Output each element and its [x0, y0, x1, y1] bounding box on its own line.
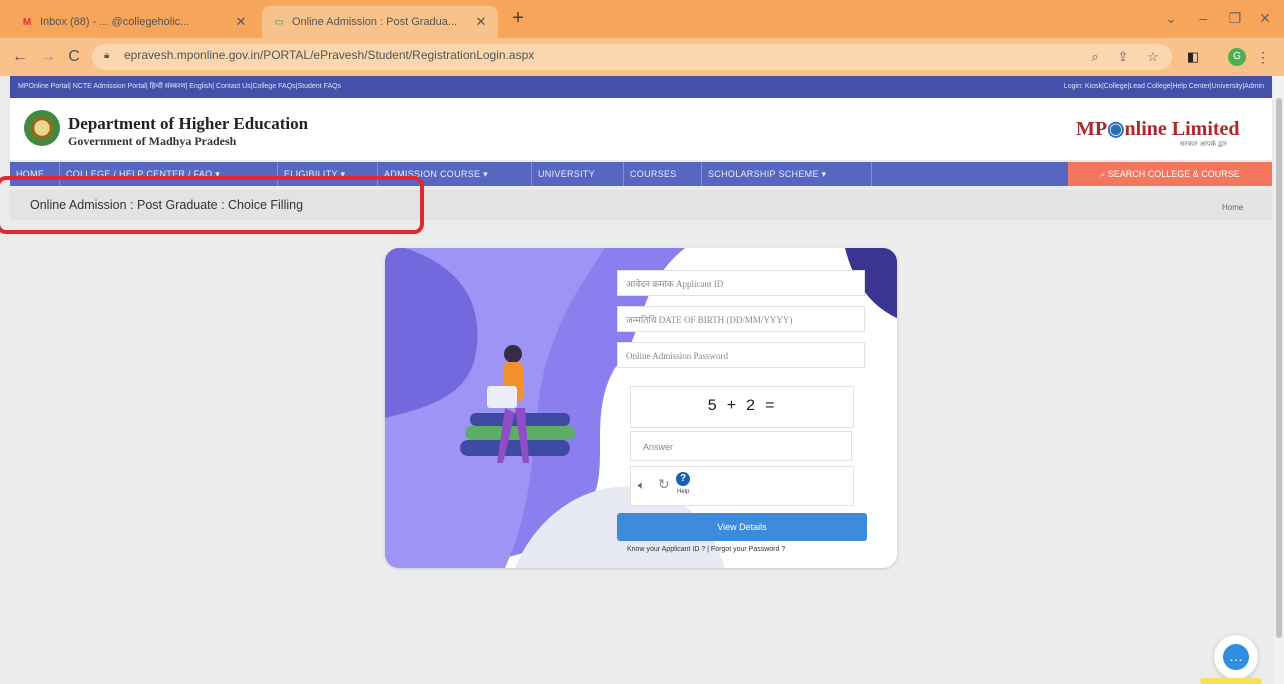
date-of-birth-input[interactable]: जन्मतिथि DATE OF BIRTH (DD/MM/YYYY): [617, 306, 865, 332]
browser-tab-gmail[interactable]: M Inbox (88) - ... @collegeholic... ✕: [10, 6, 258, 38]
more-menu-icon[interactable]: ⋮: [1256, 47, 1270, 67]
top-links-strip: MPOnline Portal| NCTE Admission Portal| …: [10, 76, 1272, 98]
share-icon[interactable]: ⇪: [1114, 48, 1132, 66]
forward-icon[interactable]: →: [36, 45, 60, 69]
captcha-question: 5 + 2 =: [707, 397, 775, 415]
nav-scholarship-scheme[interactable]: SCHOLARSHIP SCHEME ▾: [702, 162, 872, 186]
department-title: Department of Higher Education: [68, 114, 309, 133]
url-text[interactable]: epravesh.mponline.gov.in/PORTAL/ePravesh…: [124, 48, 534, 62]
profile-avatar[interactable]: G: [1228, 48, 1246, 66]
password-input[interactable]: Online Admission Password: [617, 342, 865, 368]
close-tab-icon[interactable]: ✕: [234, 14, 248, 30]
search-icon: ⌕: [1100, 169, 1108, 179]
back-icon[interactable]: ←: [8, 45, 32, 69]
help-icon[interactable]: ?: [676, 472, 690, 486]
view-details-button[interactable]: View Details: [617, 513, 867, 541]
close-window-button[interactable]: ✕: [1250, 6, 1280, 30]
nav-courses[interactable]: COURSES: [624, 162, 702, 186]
tab-title: Inbox (88) - ... @collegeholic...: [40, 16, 190, 28]
help-label: Help: [677, 489, 690, 495]
search-college-course-button[interactable]: ⌕ SEARCH COLLEGE & COURSE: [1068, 162, 1272, 186]
minimize-button[interactable]: –: [1188, 6, 1218, 30]
page-icon: ▭: [274, 16, 284, 28]
chat-bubble-icon[interactable]: …: [1223, 644, 1249, 670]
bookmark-star-icon[interactable]: ☆: [1144, 48, 1162, 66]
scrollbar-thumb[interactable]: [1276, 98, 1282, 638]
mp-emblem-logo: [24, 110, 60, 146]
chat-tag: [1200, 678, 1262, 684]
restore-button[interactable]: ❐: [1220, 6, 1250, 30]
search-button-label: SEARCH COLLEGE & COURSE: [1107, 169, 1240, 179]
applicant-id-input[interactable]: आवेदन क्रमांक Applicant ID: [617, 270, 865, 296]
side-panel-icon[interactable]: ◧: [1184, 48, 1202, 66]
nav-university[interactable]: UNIVERSITY: [532, 162, 624, 186]
red-highlight-box: [0, 176, 424, 234]
lock-icon[interactable]: 🔒︎: [104, 50, 116, 64]
captcha-answer-input[interactable]: Answer: [630, 431, 852, 461]
tab-search-icon[interactable]: ⌄: [1156, 6, 1186, 30]
browser-tab-admission[interactable]: ▭ Online Admission : Post Gradua... ✕: [262, 6, 498, 38]
zoom-icon[interactable]: ⌕: [1086, 48, 1104, 66]
home-link[interactable]: Home: [1222, 203, 1243, 212]
reload-icon[interactable]: C: [62, 45, 86, 69]
top-links[interactable]: MPOnline Portal| NCTE Admission Portal| …: [18, 76, 341, 98]
tab-title: Online Admission : Post Gradua...: [292, 16, 458, 28]
gmail-icon: M: [22, 16, 32, 28]
refresh-captcha-icon[interactable]: ↻: [658, 476, 670, 493]
recovery-links[interactable]: Know your Applicant ID ? | Forgot your P…: [627, 546, 785, 553]
department-subtitle: Government of Madhya Pradesh: [68, 134, 237, 148]
new-tab-button[interactable]: +: [506, 6, 530, 30]
mponline-tagline: सरकार आपके द्वार: [1180, 141, 1227, 148]
mponline-logo: MP◉nline Limited: [1076, 118, 1240, 140]
audio-speaker-icon[interactable]: 🔈︎: [638, 478, 645, 493]
close-tab-icon[interactable]: ✕: [474, 14, 488, 30]
login-links[interactable]: Login: Kiosk|College|Lead College|Help C…: [1064, 76, 1264, 98]
